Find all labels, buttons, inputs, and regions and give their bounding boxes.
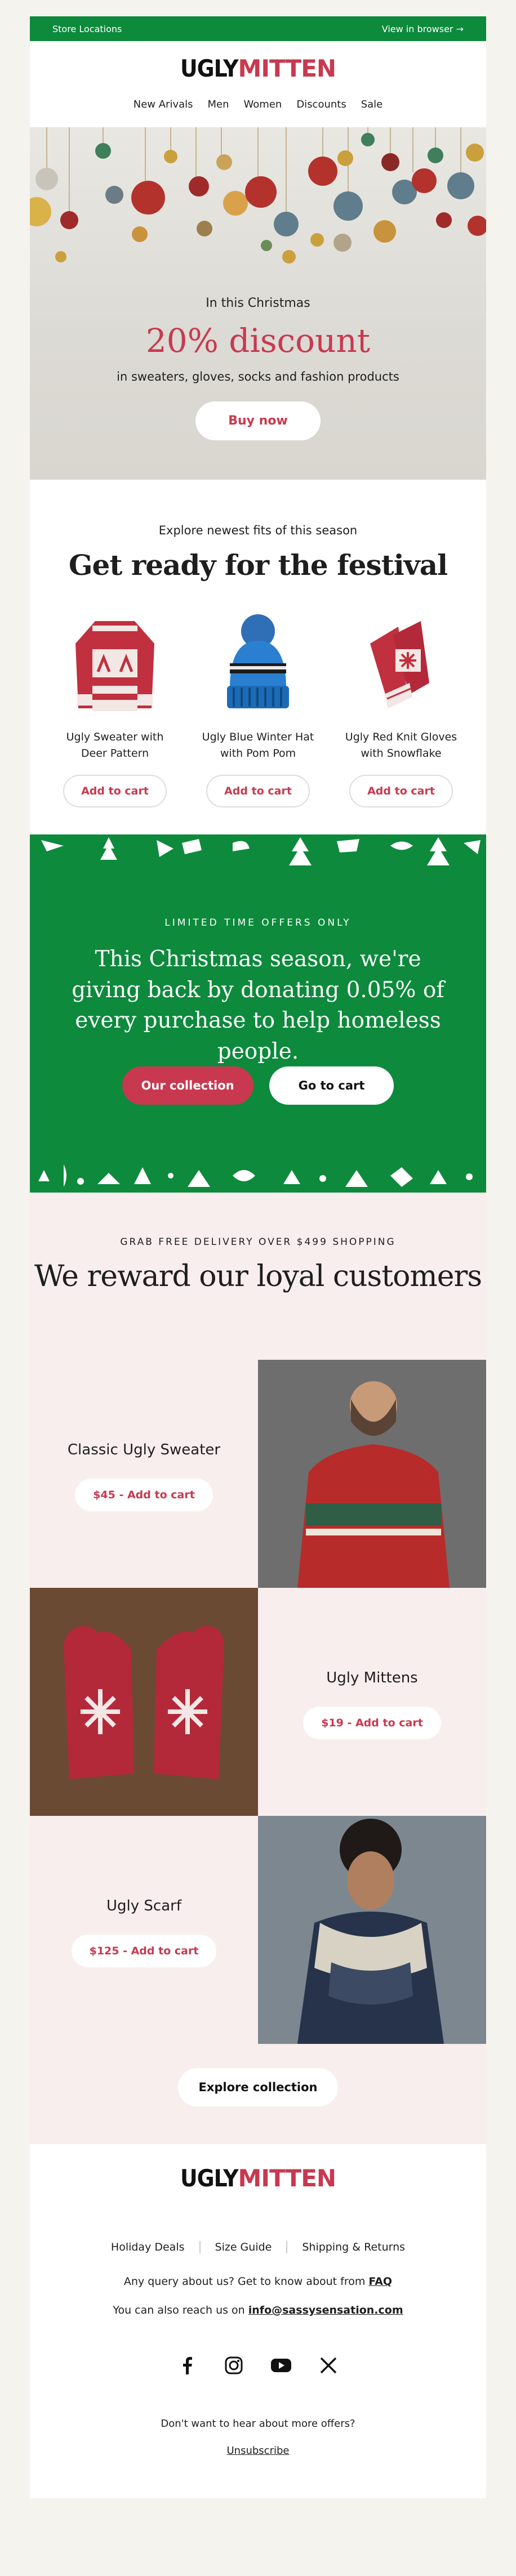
footer-link-shipping-returns[interactable]: Shipping & Returns — [287, 2241, 420, 2253]
sweater-icon[interactable] — [73, 610, 157, 717]
product-name: Ugly Sweater with Deer Pattern — [66, 731, 164, 760]
social-links — [30, 2355, 486, 2376]
beanie-icon[interactable] — [216, 610, 300, 717]
our-collection-button[interactable]: Our collection — [122, 1066, 253, 1105]
offers-text: Don't want to hear about more offers? — [161, 2418, 355, 2430]
hero-subtitle: in sweaters, gloves, socks and fashion p… — [117, 370, 399, 383]
add-to-cart-button[interactable]: $125 - Add to cart — [71, 1935, 217, 1967]
add-to-cart-button[interactable]: $19 - Add to cart — [303, 1707, 441, 1739]
product-grid: Ugly Sweater with Deer Pattern Add to ca… — [30, 610, 486, 807]
add-to-cart-button[interactable]: Add to cart — [63, 774, 167, 807]
loyal-item-card: Ugly Scarf $125 - Add to cart — [30, 1816, 258, 2044]
contact-text: You can also reach us on — [113, 2304, 248, 2316]
email-link[interactable]: info@sassysensation.com — [248, 2304, 403, 2316]
footer: UGLYMITTEN Holiday Deals Size Guide Ship… — [30, 2144, 486, 2498]
hero-intro: In this Christmas — [206, 296, 310, 310]
buy-now-button[interactable]: Buy now — [195, 401, 321, 440]
donation-kicker: LIMITED TIME OFFERS ONLY — [164, 917, 352, 928]
donation-banner: LIMITED TIME OFFERS ONLY This Christmas … — [30, 834, 486, 1193]
loyal-item-card: Classic Ugly Sweater $45 - Add to cart — [30, 1360, 258, 1588]
footer-logo[interactable]: UGLYMITTEN — [30, 2167, 486, 2190]
loyal-item-name: Ugly Mittens — [326, 1669, 418, 1686]
loyal-title: We reward our loyal customers — [34, 1260, 482, 1293]
hero-banner: In this Christmas 20% discount in sweate… — [30, 127, 486, 480]
x-icon[interactable] — [318, 2355, 339, 2376]
hero-headline: 20% discount — [145, 322, 371, 360]
logo-part-ugly: UGLY — [180, 55, 239, 82]
nav-discounts[interactable]: Discounts — [296, 99, 346, 110]
sweater-photo — [258, 1360, 486, 1588]
store-locations-link[interactable]: Store Locations — [52, 24, 122, 34]
main-nav: New Arivals Men Women Discounts Sale — [30, 99, 486, 110]
nav-men[interactable]: Men — [208, 99, 229, 110]
product-name: Ugly Blue Winter Hat with Pom Pom — [202, 731, 314, 760]
faq-link[interactable]: FAQ — [368, 2275, 392, 2288]
festival-title: Get ready for the festival — [68, 548, 448, 582]
holiday-decor-bottom — [38, 1164, 473, 1187]
header-logo-area: UGLYMITTEN — [30, 41, 486, 81]
brand-logo[interactable]: UGLYMITTEN — [30, 57, 486, 81]
add-to-cart-button[interactable]: Add to cart — [349, 774, 453, 807]
mittens-photo — [30, 1588, 258, 1816]
footer-link-size-guide[interactable]: Size Guide — [201, 2241, 287, 2253]
nav-women[interactable]: Women — [244, 99, 282, 110]
contact-line: You can also reach us on info@sassysensa… — [30, 2304, 486, 2316]
product-name: Ugly Red Knit Gloves with Snowflake — [345, 731, 457, 760]
loyal-item-card: Ugly Mittens $19 - Add to cart — [258, 1588, 486, 1816]
explore-collection-button[interactable]: Explore collection — [178, 2068, 338, 2106]
loyal-kicker: GRAB FREE DELIVERY OVER $499 SHOPPING — [120, 1236, 396, 1248]
logo-part-mitten: MITTEN — [238, 2164, 337, 2192]
logo-part-mitten: MITTEN — [238, 55, 337, 82]
view-in-browser-link[interactable]: View in browser → — [382, 24, 464, 34]
product-card: Ugly Sweater with Deer Pattern Add to ca… — [56, 610, 174, 807]
scarf-photo — [258, 1816, 486, 2044]
youtube-icon[interactable] — [270, 2355, 292, 2376]
footer-links: Holiday Deals Size Guide Shipping & Retu… — [30, 2241, 486, 2253]
facebook-icon[interactable] — [177, 2355, 198, 2376]
gloves-icon[interactable] — [359, 610, 443, 717]
faq-line: Any query about us? Get to know about fr… — [30, 2275, 486, 2288]
product-card: Ugly Blue Winter Hat with Pom Pom Add to… — [199, 610, 317, 807]
festival-section: Explore newest fits of this season Get r… — [30, 480, 486, 834]
unsubscribe-link[interactable]: Unsubscribe — [30, 2445, 486, 2457]
footer-link-holiday-deals[interactable]: Holiday Deals — [96, 2241, 199, 2253]
logo-part-ugly: UGLY — [180, 2164, 239, 2192]
email-container: Store Locations View in browser → UGLYMI… — [30, 16, 486, 2498]
ornaments-image — [30, 127, 486, 264]
explore-area: Explore collection — [30, 2068, 486, 2106]
product-card: Ugly Red Knit Gloves with Snowflake Add … — [342, 610, 460, 807]
donation-buttons: Our collection Go to cart — [30, 1066, 486, 1105]
faq-text: Any query about us? Get to know about fr… — [123, 2275, 369, 2288]
add-to-cart-button[interactable]: $45 - Add to cart — [75, 1479, 213, 1511]
add-to-cart-button[interactable]: Add to cart — [206, 774, 310, 807]
go-to-cart-button[interactable]: Go to cart — [269, 1066, 394, 1105]
top-bar: Store Locations View in browser → — [30, 16, 486, 41]
donation-message: This Christmas season, we're giving back… — [72, 947, 444, 1064]
loyal-section: GRAB FREE DELIVERY OVER $499 SHOPPING We… — [30, 1193, 486, 2144]
loyal-item-name: Classic Ugly Sweater — [67, 1441, 221, 1458]
holiday-decor-top — [41, 837, 481, 865]
instagram-icon[interactable] — [224, 2355, 244, 2376]
loyal-item-name: Ugly Scarf — [106, 1898, 181, 1914]
festival-kicker: Explore newest fits of this season — [158, 524, 358, 537]
nav-sale[interactable]: Sale — [361, 99, 383, 110]
nav-new-arrivals[interactable]: New Arivals — [134, 99, 193, 110]
